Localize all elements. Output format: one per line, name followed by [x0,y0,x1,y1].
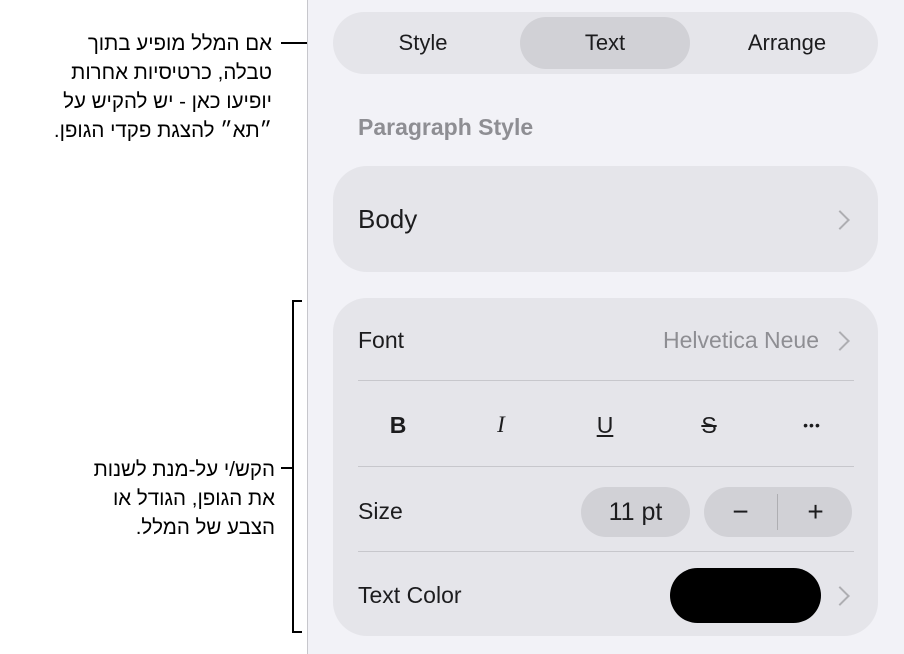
callout-tabs-line: ״תא״ להצגת פקדי הגופן. [53,119,272,142]
callout-font-line: הצבע של המלל. [135,516,275,539]
text-color-swatch[interactable] [670,568,821,623]
callout-tabs-line: טבלה, כרטיסיות אחרות [71,61,272,84]
underline-button[interactable]: U [585,408,625,442]
callout-font-line: את הגופן, הגודל או [112,487,275,510]
paragraph-style-value: Body [358,204,418,234]
callout-font-controls: הקש/י על-מנת לשנות את הגופן, הגודל או הצ… [0,455,275,542]
format-tabs: Style Text Arrange [333,12,878,74]
minus-icon: − [732,496,749,527]
tab-style[interactable]: Style [338,17,508,69]
increase-size-button[interactable]: + [779,487,852,537]
font-label: Font [358,327,405,353]
text-color-label: Text Color [358,582,462,608]
font-value: Helvetica Neue [663,327,819,353]
tab-arrange[interactable]: Arrange [702,17,872,69]
size-value: 11 pt [608,497,663,526]
stepper-divider [777,494,778,530]
size-value-field[interactable]: 11 pt [581,487,690,537]
callout-font-bracket-bottom [292,631,302,633]
plus-icon: + [807,496,824,527]
divider [358,466,854,467]
italic-button[interactable]: I [481,408,521,442]
callout-tabs-line: יופיעו כאן - יש להקיש על [63,90,272,113]
callout-font-bracket-top [292,300,302,302]
paragraph-style-heading: Paragraph Style [358,114,534,140]
size-label: Size [358,498,403,524]
strikethrough-button[interactable]: S [689,408,729,442]
tab-text[interactable]: Text [520,17,690,69]
callout-tabs: אם המלל מופיע בתוך טבלה, כרטיסיות אחרות … [0,29,272,145]
callout-tabs-line: אם המלל מופיע בתוך [87,32,272,55]
divider [358,380,854,381]
more-options-button[interactable]: ••• [792,408,832,442]
bold-button[interactable]: B [378,408,418,442]
decrease-size-button[interactable]: − [704,487,777,537]
callout-font-line: הקש/י על-מנת לשנות [93,458,275,481]
callout-font-bracket [292,300,294,633]
